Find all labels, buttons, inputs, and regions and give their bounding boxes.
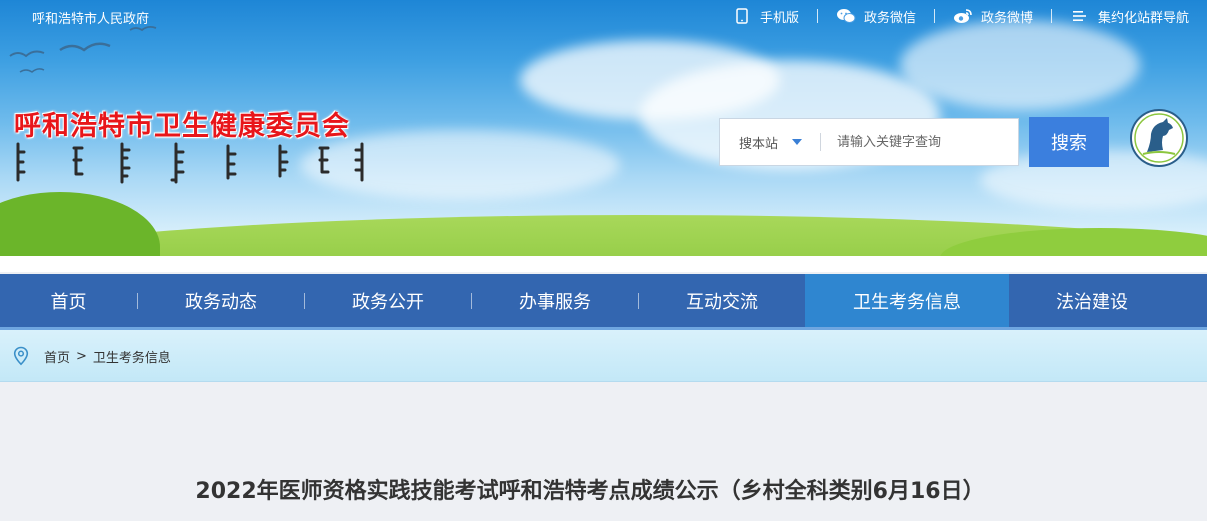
top-links: 手机版 政务微信 政务微博 集约化站群导航 <box>732 6 1189 26</box>
search-box: 搜本站 <box>719 118 1019 166</box>
mobile-version-label: 手机版 <box>759 10 799 26</box>
breadcrumb-separator: > <box>76 348 87 364</box>
nav-item-government-news[interactable]: 政务动态 <box>138 274 304 327</box>
location-pin-icon <box>13 346 29 366</box>
weibo-icon <box>953 6 973 26</box>
nav-item-rule-of-law[interactable]: 法治建设 <box>1009 274 1175 327</box>
wechat-label: 政务微信 <box>863 10 916 26</box>
weibo-link[interactable]: 政务微博 <box>953 6 1033 26</box>
breadcrumb-home-link[interactable]: 首页 <box>44 347 70 366</box>
gov-site-link[interactable]: 呼和浩特市人民政府 <box>32 8 149 27</box>
mobile-version-link[interactable]: 手机版 <box>732 6 799 26</box>
agency-title[interactable]: 呼和浩特市卫生健康委员会 <box>14 104 350 143</box>
weibo-label: 政务微博 <box>980 10 1033 26</box>
search-scope-label: 搜本站 <box>739 136 779 152</box>
search-input[interactable] <box>821 119 1011 165</box>
breadcrumb-current-link[interactable]: 卫生考务信息 <box>93 347 171 366</box>
top-bar: 呼和浩特市人民政府 手机版 政务微信 政务微博 集约化站群导航 <box>0 0 1207 34</box>
search-button[interactable]: 搜索 <box>1029 117 1109 167</box>
divider <box>1050 9 1052 23</box>
search-scope-dropdown[interactable]: 搜本站 <box>720 119 820 165</box>
nav-item-interaction[interactable]: 互动交流 <box>639 274 805 327</box>
list-menu-icon <box>1070 6 1090 26</box>
main-nav: 首页 政务动态 政务公开 办事服务 互动交流 卫生考务信息 法治建设 <box>0 274 1207 327</box>
divider <box>933 9 935 23</box>
breadcrumb-bar: 首页 > 卫生考务信息 <box>0 330 1207 382</box>
site-group-nav-link[interactable]: 集约化站群导航 <box>1070 6 1189 26</box>
caret-down-icon <box>792 139 803 145</box>
nav-item-services[interactable]: 办事服务 <box>472 274 638 327</box>
wechat-icon <box>836 6 856 26</box>
divider <box>816 9 818 23</box>
nav-item-government-disclosure[interactable]: 政务公开 <box>305 274 471 327</box>
nav-item-health-exam-info[interactable]: 卫生考务信息 <box>805 274 1009 327</box>
mobile-icon <box>732 6 752 26</box>
mongolian-script-logo <box>16 142 364 184</box>
breadcrumb: 首页 > 卫生考务信息 <box>12 346 171 366</box>
article-title: 2022年医师资格实践技能考试呼和浩特考点成绩公示（乡村全科类别6月16日） <box>195 479 985 504</box>
nav-item-home[interactable]: 首页 <box>0 274 137 327</box>
site-group-nav-label: 集约化站群导航 <box>1097 10 1189 26</box>
horse-emblem-icon[interactable] <box>1129 108 1189 168</box>
wechat-link[interactable]: 政务微信 <box>836 6 916 26</box>
banner-bottom-strip <box>0 256 1207 272</box>
